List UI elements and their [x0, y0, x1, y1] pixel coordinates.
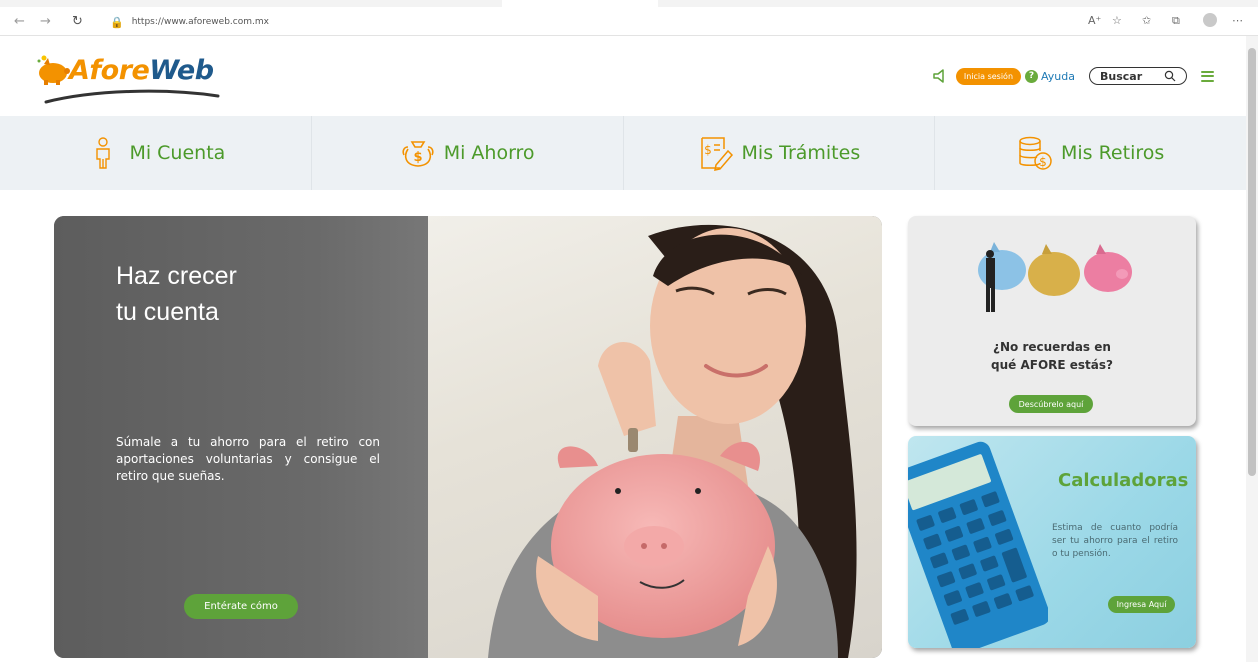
- nav-item-mis-retiros[interactable]: $ Mis Retiros: [935, 116, 1246, 190]
- read-aloud-icon[interactable]: A⁺: [1088, 14, 1101, 28]
- collections-icon[interactable]: ⧉: [1172, 14, 1180, 28]
- logo-swoosh: [44, 89, 220, 104]
- hamburger-menu-icon[interactable]: [1201, 70, 1214, 82]
- svg-text:$: $: [1039, 155, 1047, 169]
- profile-icon[interactable]: [1203, 13, 1217, 27]
- back-icon[interactable]: ←: [14, 14, 25, 30]
- nav-item-mi-ahorro[interactable]: $ Mi Ahorro: [312, 116, 624, 190]
- nav-label: Mis Trámites: [741, 142, 861, 164]
- page-scrollbar[interactable]: [1246, 36, 1258, 662]
- find-afore-question: ¿No recuerdas en qué AFORE estás?: [908, 338, 1196, 374]
- add-favorite-icon[interactable]: ☆: [1112, 14, 1122, 28]
- active-tab[interactable]: [502, 0, 658, 7]
- nav-label: Mi Cuenta: [129, 142, 226, 164]
- find-afore-card[interactable]: ¿No recuerdas en qué AFORE estás? Descúb…: [908, 216, 1196, 426]
- address-bar[interactable]: 🔒 https://www.aforeweb.com.mx: [100, 12, 1060, 32]
- login-button[interactable]: Inicia sesión: [955, 67, 1022, 85]
- hero-title-line2: tu cuenta: [116, 298, 219, 326]
- discover-afore-button[interactable]: Descúbrelo aquí: [1009, 395, 1093, 413]
- money-bag-icon: $: [402, 141, 434, 167]
- question-line1: ¿No recuerdas en: [993, 340, 1111, 354]
- scrollbar-thumb[interactable]: [1248, 48, 1256, 476]
- nav-item-mi-cuenta[interactable]: Mi Cuenta: [0, 116, 312, 190]
- hero-title-line1: Haz crecer: [116, 262, 237, 290]
- tab-strip: [0, 0, 1258, 7]
- lock-icon: 🔒: [110, 15, 124, 29]
- logo-part-web: Web: [149, 55, 214, 86]
- svg-text:$: $: [413, 150, 422, 165]
- hero-description: Súmale a tu ahorro para el retiro con ap…: [116, 435, 380, 483]
- browser-toolbar: ← → ↻ 🔒 https://www.aforeweb.com.mx A⁺ ☆…: [0, 0, 1258, 36]
- piggy-banks-illustration: [978, 242, 1132, 312]
- search-label: Buscar: [1100, 69, 1143, 83]
- piggy-logo-icon: [37, 55, 70, 85]
- header-tools: Inicia sesión ? Ayuda Buscar: [932, 66, 1214, 86]
- person-icon: [96, 137, 111, 169]
- forward-icon[interactable]: →: [40, 14, 51, 30]
- question-line2: qué AFORE estás?: [991, 358, 1113, 372]
- favorites-icon[interactable]: ✩: [1142, 14, 1151, 28]
- help-icon[interactable]: ?: [1025, 69, 1039, 83]
- hero-cta-button[interactable]: Entérate cómo: [184, 594, 298, 619]
- aforeweb-logo[interactable]: AforeWeb: [34, 44, 224, 108]
- hero-title: Haz crecer tu cuenta: [116, 258, 237, 330]
- help-link[interactable]: Ayuda: [1041, 70, 1075, 83]
- logo-wordmark: AforeWeb: [69, 55, 214, 86]
- nav-label: Mi Ahorro: [443, 142, 535, 164]
- woman-with-piggy-bank-illustration: [488, 224, 857, 658]
- main-nav: Mi Cuenta $ Mi Ahorro $ Mis Trámites $ M…: [0, 116, 1246, 190]
- calculators-card[interactable]: Calculadoras Estima de cuanto podría ser…: [908, 436, 1196, 648]
- document-edit-icon: $: [700, 137, 733, 171]
- search-icon: [1164, 70, 1176, 82]
- logo-part-afore: Afore: [69, 55, 150, 86]
- site-header: AforeWeb Inicia sesión ? Ayuda Buscar: [0, 36, 1246, 116]
- hero-photo: [428, 216, 882, 658]
- reload-icon[interactable]: ↻: [72, 14, 83, 30]
- search-button[interactable]: Buscar: [1089, 67, 1187, 85]
- svg-text:$: $: [704, 143, 712, 157]
- url-text: https://www.aforeweb.com.mx: [131, 17, 269, 27]
- calculators-title: Calculadoras: [1058, 470, 1189, 491]
- speaker-icon[interactable]: [932, 68, 948, 84]
- more-icon[interactable]: ⋯: [1232, 14, 1243, 28]
- calculators-button[interactable]: Ingresa Aquí: [1108, 596, 1175, 613]
- hero-banner: Haz crecer tu cuenta Súmale a tu ahorro …: [54, 216, 882, 658]
- nav-label: Mis Retiros: [1060, 142, 1165, 164]
- calculator-illustration: [908, 441, 1048, 648]
- nav-item-mis-tramites[interactable]: $ Mis Trámites: [624, 116, 936, 190]
- calculators-description: Estima de cuanto podría ser tu ahorro pa…: [1052, 523, 1178, 559]
- coins-icon: $: [1019, 136, 1052, 170]
